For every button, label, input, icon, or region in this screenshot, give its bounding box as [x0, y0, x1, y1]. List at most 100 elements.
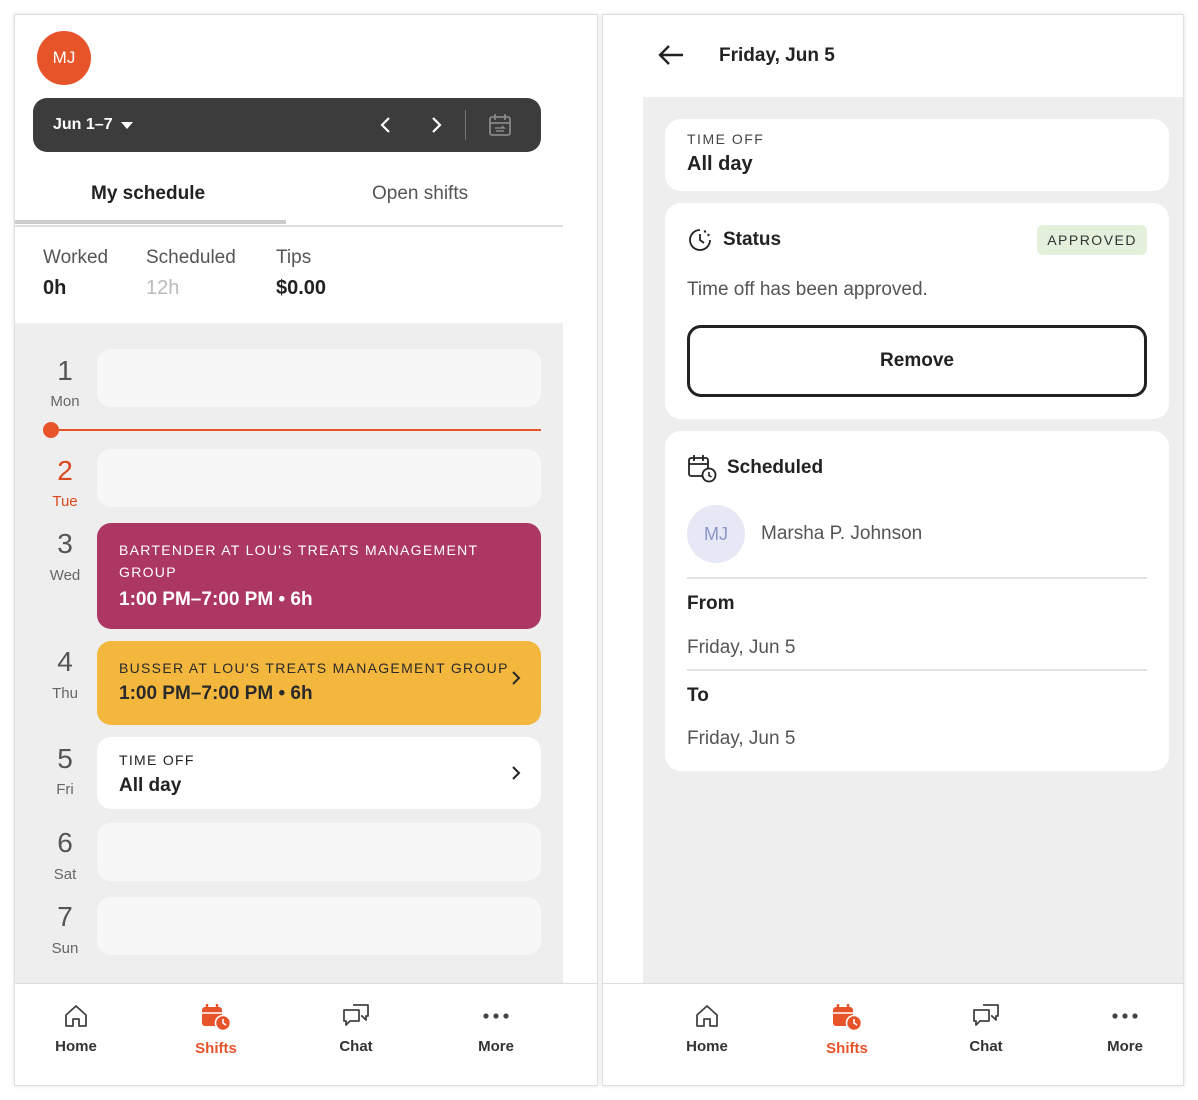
person-avatar: MJ	[687, 505, 745, 563]
divider	[687, 577, 1147, 579]
remove-button[interactable]: Remove	[687, 325, 1147, 397]
week-day-list: 1 Mon 2 Tue 3 Wed Bartender at Lou's Tre…	[15, 323, 563, 987]
status-header: Status	[687, 227, 781, 253]
schedule-screen: MJ Jun 1–7 My schedule Open shifts Worke…	[14, 14, 598, 1086]
nav-label: More	[478, 1038, 514, 1055]
nav-label: Chat	[969, 1038, 1003, 1055]
tab-my-schedule[interactable]: My schedule	[91, 183, 205, 205]
nav-label: Home	[55, 1038, 97, 1055]
status-card: Status APPROVED Time off has been approv…	[665, 203, 1169, 419]
chat-icon	[973, 1004, 999, 1026]
empty-day-slot[interactable]	[97, 823, 541, 881]
scheduled-card: Scheduled MJ Marsha P. Johnson From Frid…	[665, 431, 1169, 771]
status-message: Time off has been approved.	[687, 279, 928, 300]
week-selector-bar: Jun 1–7	[33, 98, 541, 152]
week-range-dropdown[interactable]: Jun 1–7	[53, 116, 133, 134]
time-off-label: TIME OFF	[119, 752, 195, 768]
day-name: Wed	[49, 567, 81, 584]
home-icon	[696, 1005, 718, 1027]
chevron-left-icon	[380, 117, 390, 133]
stat-value: 12h	[146, 277, 180, 299]
shift-card-bartender[interactable]: Bartender at Lou's Treats Management Gro…	[97, 523, 541, 629]
nav-label: Shifts	[195, 1040, 237, 1057]
day-name: Sat	[53, 866, 77, 883]
day-number: 2	[57, 455, 73, 486]
time-off-card[interactable]: TIME OFF All day	[97, 737, 541, 809]
previous-week-button[interactable]	[373, 112, 399, 138]
day-name: Tue	[52, 493, 78, 510]
nav-home[interactable]: Home	[26, 1002, 126, 1055]
day-name: Fri	[56, 781, 74, 798]
day-name: Sun	[51, 940, 79, 957]
from-value: Friday, Jun 5	[687, 637, 796, 658]
day-name: Mon	[50, 393, 80, 410]
nav-chat[interactable]: Chat	[936, 1002, 1036, 1055]
bar-divider	[465, 110, 466, 140]
stat-scheduled: Scheduled 12h	[146, 247, 236, 300]
chevron-right-icon	[512, 766, 521, 780]
active-tab-indicator	[15, 220, 286, 224]
detail-body: TIME OFF All day Status APPROVED Time of…	[643, 97, 1183, 987]
to-label: To	[687, 685, 709, 706]
empty-day-slot[interactable]	[97, 449, 541, 507]
bottom-navigation: Home Shifts Chat More	[603, 983, 1183, 1085]
nav-shifts[interactable]: Shifts	[166, 1002, 266, 1057]
caret-down-icon	[120, 121, 133, 129]
empty-day-slot[interactable]	[97, 897, 541, 955]
nav-shifts[interactable]: Shifts	[797, 1002, 897, 1057]
nav-home[interactable]: Home	[657, 1002, 757, 1055]
nav-chat[interactable]: Chat	[306, 1002, 406, 1055]
schedule-tabs: My schedule Open shifts	[15, 167, 563, 227]
divider	[687, 669, 1147, 671]
nav-more[interactable]: More	[446, 1002, 546, 1055]
scheduled-header: Scheduled	[687, 453, 823, 483]
shift-card-busser[interactable]: Busser at Lou's Treats Management Group …	[97, 641, 541, 725]
clock-status-icon	[689, 229, 711, 251]
nav-label: Home	[686, 1038, 728, 1055]
back-arrow-icon[interactable]	[657, 43, 685, 67]
empty-day-slot[interactable]	[97, 349, 541, 407]
time-off-detail-screen: Friday, Jun 5 TIME OFF All day Status AP…	[602, 14, 1184, 1086]
chevron-right-icon	[432, 117, 442, 133]
calendar-clock-icon	[202, 1004, 232, 1032]
week-range-label: Jun 1–7	[53, 116, 113, 133]
page-title: Friday, Jun 5	[719, 45, 835, 66]
bottom-navigation: Home Shifts Chat More	[15, 983, 597, 1085]
status-badge: APPROVED	[1037, 225, 1147, 255]
current-time-line	[51, 429, 541, 431]
user-avatar[interactable]: MJ	[37, 31, 91, 85]
day-number: 7	[57, 901, 73, 932]
scheduled-person: MJ Marsha P. Johnson	[687, 505, 922, 563]
more-dots-icon	[1112, 1013, 1138, 1019]
time-off-value: All day	[687, 153, 753, 175]
current-time-dot	[43, 422, 59, 438]
calendar-button[interactable]	[487, 112, 513, 138]
next-week-button[interactable]	[423, 112, 449, 138]
chevron-right-icon	[512, 671, 521, 685]
day-number: 6	[57, 827, 73, 858]
stat-label: Worked	[43, 247, 109, 268]
stat-tips: Tips $0.00	[276, 247, 326, 300]
nav-more[interactable]: More	[1075, 1002, 1175, 1055]
more-dots-icon	[483, 1013, 509, 1019]
time-off-value: All day	[119, 775, 182, 796]
stat-label: Tips	[276, 247, 312, 268]
nav-label: Chat	[339, 1038, 373, 1055]
time-off-summary-card: TIME OFF All day	[665, 119, 1169, 191]
chat-icon	[343, 1004, 369, 1026]
time-off-label: TIME OFF	[687, 131, 765, 147]
day-number: 4	[57, 646, 73, 677]
calendar-clock-icon	[833, 1004, 863, 1032]
tab-open-shifts[interactable]: Open shifts	[372, 183, 468, 205]
home-icon	[65, 1005, 87, 1027]
person-name: Marsha P. Johnson	[761, 523, 923, 544]
stat-worked: Worked 0h	[43, 247, 108, 300]
day-number: 3	[57, 528, 73, 559]
to-value: Friday, Jun 5	[687, 728, 796, 749]
stat-value: $0.00	[276, 277, 327, 299]
nav-label: Shifts	[826, 1040, 868, 1057]
status-title: Status	[723, 229, 782, 250]
shift-role: Busser at Lou's Treats Management Group	[119, 660, 509, 676]
nav-label: More	[1107, 1038, 1143, 1055]
shift-role: Bartender at Lou's Treats Management Gro…	[119, 542, 479, 580]
